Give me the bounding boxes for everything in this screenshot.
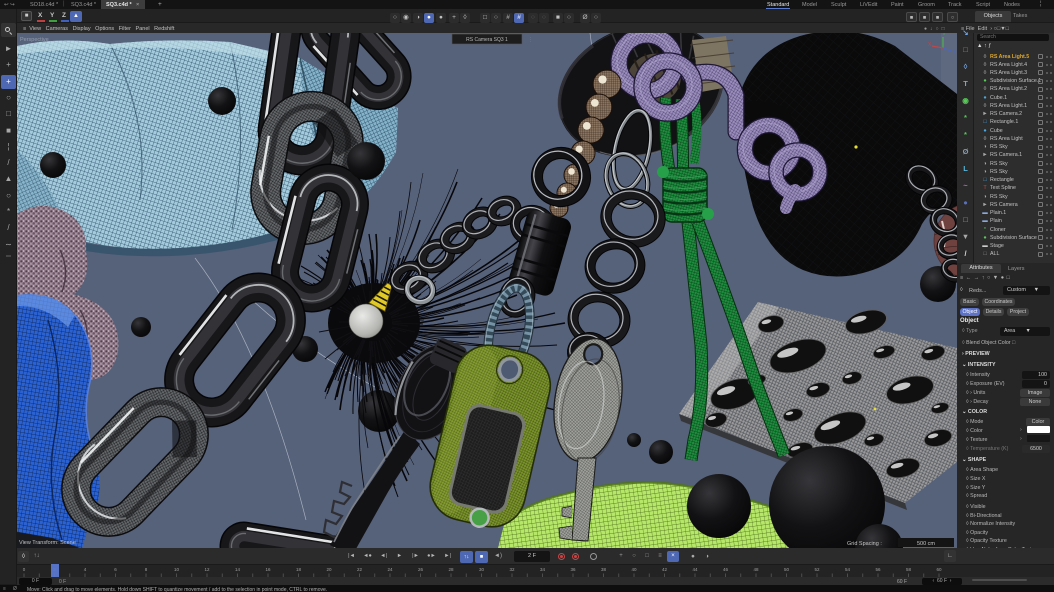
svg-text:44: 44 [692, 567, 698, 572]
svg-text:⋮: ⋮ [528, 37, 533, 43]
svg-text:46: 46 [723, 567, 729, 572]
svg-text:0: 0 [23, 567, 26, 572]
svg-text:20: 20 [326, 567, 332, 572]
svg-text:36: 36 [570, 567, 576, 572]
svg-text:16: 16 [265, 567, 271, 572]
svg-text:RS Camera SQ3 1: RS Camera SQ3 1 [466, 37, 508, 43]
svg-text:6: 6 [114, 567, 117, 572]
svg-text:Perspective: Perspective [20, 37, 49, 43]
svg-text:4: 4 [84, 567, 87, 572]
svg-text:26: 26 [418, 567, 424, 572]
svg-text:52: 52 [814, 567, 820, 572]
svg-text:38: 38 [601, 567, 607, 572]
svg-text:30: 30 [479, 567, 485, 572]
svg-text:14: 14 [235, 567, 241, 572]
svg-text:56: 56 [875, 567, 881, 572]
svg-text:8: 8 [145, 567, 148, 572]
svg-text:50: 50 [784, 567, 790, 572]
svg-text:54: 54 [845, 567, 851, 572]
svg-text:34: 34 [540, 567, 546, 572]
svg-text:12: 12 [204, 567, 210, 572]
svg-text:32: 32 [509, 567, 515, 572]
svg-text:10: 10 [174, 567, 180, 572]
svg-text:Grid Spacing :: Grid Spacing : [847, 541, 882, 547]
svg-text:View Transform: Scene: View Transform: Scene [19, 540, 76, 546]
svg-text:500 cm: 500 cm [917, 541, 935, 547]
svg-text:24: 24 [387, 567, 393, 572]
svg-text:42: 42 [662, 567, 668, 572]
svg-text:28: 28 [448, 567, 454, 572]
svg-text:48: 48 [753, 567, 759, 572]
svg-text:58: 58 [906, 567, 912, 572]
svg-text:40: 40 [631, 567, 637, 572]
svg-text:60: 60 [936, 567, 942, 572]
svg-text:Z: Z [953, 50, 956, 56]
svg-text:18: 18 [296, 567, 302, 572]
svg-text:22: 22 [357, 567, 363, 572]
